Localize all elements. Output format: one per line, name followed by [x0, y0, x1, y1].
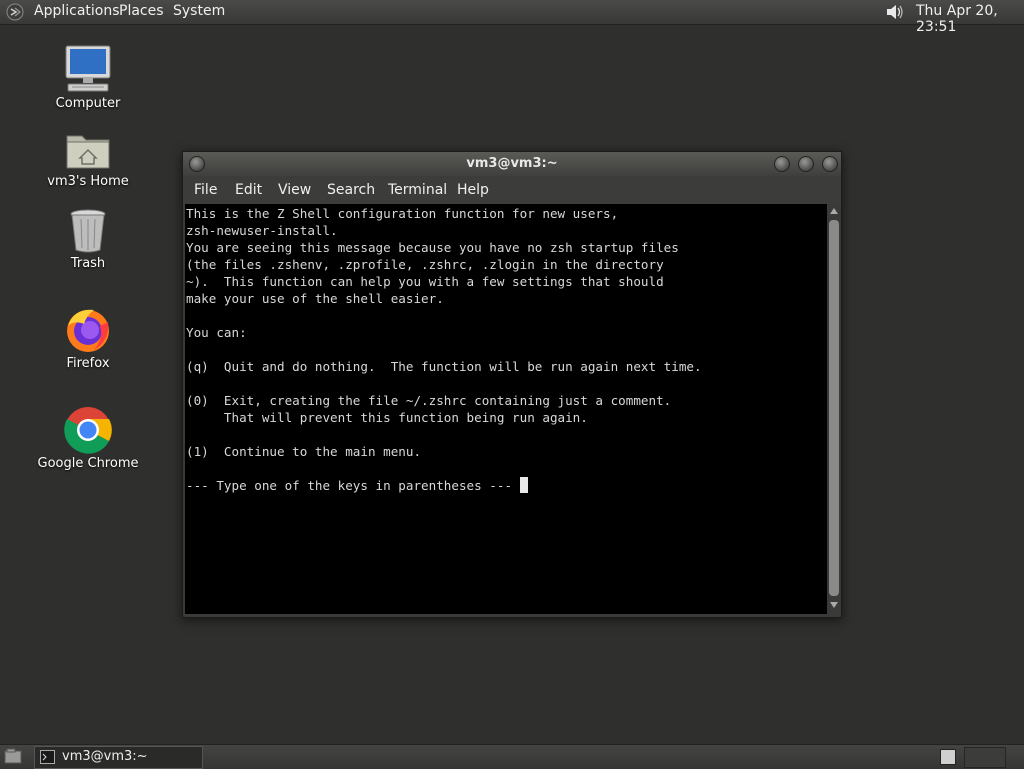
- trash-icon: [70, 209, 106, 253]
- gnome-foot-icon[interactable]: [6, 3, 24, 21]
- text-cursor: [519, 477, 528, 493]
- volume-icon[interactable]: [884, 2, 906, 22]
- menu-search[interactable]: Search: [327, 182, 375, 198]
- computer-icon: [65, 45, 111, 92]
- desktop-icon-label: vm3's Home: [47, 174, 129, 189]
- menu-file[interactable]: File: [194, 182, 217, 198]
- desktop-icon-label: Firefox: [66, 356, 110, 371]
- minimize-button[interactable]: [774, 156, 790, 172]
- workspace-switcher[interactable]: [964, 747, 1006, 768]
- scroll-up-icon[interactable]: [830, 208, 838, 214]
- taskbar-window-button[interactable]: vm3@vm3:~: [34, 746, 203, 769]
- clock[interactable]: Thu Apr 20, 23:51: [916, 3, 1024, 35]
- window-title: vm3@vm3:~: [466, 156, 558, 171]
- desktop-icon-computer[interactable]: Computer: [28, 44, 148, 111]
- menu-terminal[interactable]: Terminal: [388, 182, 447, 198]
- bottom-panel: vm3@vm3:~: [0, 744, 1024, 769]
- terminal-text: This is the Z Shell configuration functi…: [186, 206, 702, 493]
- firefox-icon: [67, 309, 109, 352]
- vertical-scrollbar[interactable]: [827, 204, 841, 614]
- terminal-menubar: File Edit View Search Terminal Help: [183, 176, 841, 204]
- applications-menu[interactable]: Applications: [34, 3, 120, 19]
- taskbar-window-label: vm3@vm3:~: [62, 749, 148, 764]
- desktop-icon-label: Computer: [55, 96, 121, 111]
- close-button[interactable]: [822, 156, 838, 172]
- show-desktop-icon[interactable]: [4, 748, 22, 765]
- terminal-window: vm3@vm3:~ File Edit View Search Terminal…: [182, 151, 842, 618]
- top-panel: Applications Places System Thu Apr 20, 2…: [0, 0, 1024, 35]
- menu-view[interactable]: View: [278, 182, 311, 198]
- scroll-down-icon[interactable]: [830, 602, 838, 608]
- desktop-icon-label: Google Chrome: [37, 456, 139, 471]
- window-titlebar[interactable]: vm3@vm3:~: [183, 152, 841, 176]
- chrome-icon: [64, 407, 112, 454]
- desktop-icon-firefox[interactable]: Firefox: [28, 306, 148, 371]
- terminal-output[interactable]: This is the Z Shell configuration functi…: [185, 204, 827, 614]
- maximize-button[interactable]: [798, 156, 814, 172]
- places-menu[interactable]: Places: [119, 3, 164, 19]
- menu-help[interactable]: Help: [457, 182, 489, 198]
- system-menu[interactable]: System: [173, 3, 225, 19]
- terminal-icon: [40, 750, 55, 764]
- desktop-icon-chrome[interactable]: Google Chrome: [28, 406, 148, 471]
- menu-edit[interactable]: Edit: [235, 182, 262, 198]
- workspace-1[interactable]: [940, 749, 956, 765]
- desktop-icon-home[interactable]: vm3's Home: [28, 128, 148, 189]
- scroll-thumb[interactable]: [829, 220, 839, 596]
- home-folder-icon: [66, 135, 110, 169]
- desktop-icon-label: Trash: [70, 256, 106, 271]
- desktop-icon-trash[interactable]: Trash: [28, 208, 148, 271]
